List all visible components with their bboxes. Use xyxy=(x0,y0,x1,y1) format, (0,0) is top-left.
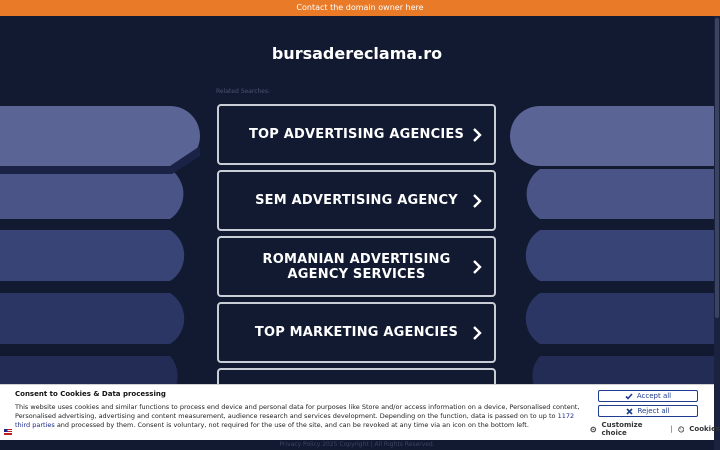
footer-text: Privacy Policy 2025 Copyright | All Righ… xyxy=(279,441,435,448)
search-link-label: TOP ADVERTISING AGENCIES xyxy=(248,127,465,142)
reject-all-label: Reject all xyxy=(637,407,670,415)
consent-text-after: and processed by them. Consent is volunt… xyxy=(54,421,529,429)
chevron-right-icon xyxy=(473,193,482,208)
consent-text: This website uses cookies and similar fu… xyxy=(15,403,585,430)
search-link-label: ROMANIAN ADVERTISING AGENCY SERVICES xyxy=(262,251,451,282)
gear-icon xyxy=(590,426,597,432)
chevron-right-icon xyxy=(473,325,482,340)
search-link-top-advertising-agencies[interactable]: TOP ADVERTISING AGENCIES xyxy=(217,104,496,165)
consent-title: Consent to Cookies & Data processing xyxy=(15,390,166,398)
check-icon xyxy=(625,392,633,400)
accept-all-label: Accept all xyxy=(636,392,672,400)
cookie-icon xyxy=(677,425,685,433)
search-link-romanian-advertising-agency-services[interactable]: ROMANIAN ADVERTISING AGENCY SERVICES xyxy=(217,236,496,297)
search-link-sem-advertising-agency[interactable]: SEM ADVERTISING AGENCY xyxy=(217,170,496,231)
customize-choice-link[interactable]: Customize choice xyxy=(602,421,666,437)
consent-secondary-links: Customize choice | Cookies xyxy=(590,421,720,437)
scrollbar-thumb[interactable] xyxy=(715,18,719,318)
chevron-right-icon xyxy=(473,259,482,274)
link-separator: | xyxy=(670,425,673,433)
search-link-label: SEM ADVERTISING AGENCY xyxy=(255,193,458,208)
domain-title: bursadereclama.ro xyxy=(271,44,443,63)
consent-text-before: This website uses cookies and similar fu… xyxy=(15,403,580,420)
search-link-label: TOP MARKETING AGENCIES xyxy=(254,325,459,340)
x-icon xyxy=(626,407,634,415)
contact-owner-link[interactable]: Contact the domain owner here xyxy=(0,0,720,16)
cookies-link[interactable]: Cookies xyxy=(689,425,720,433)
reject-all-button[interactable]: Reject all xyxy=(598,405,698,417)
flag-icon[interactable] xyxy=(4,429,12,435)
chevron-right-icon xyxy=(473,127,482,142)
accept-all-button[interactable]: Accept all xyxy=(598,390,698,402)
related-searches-label: Related Searches: xyxy=(216,88,271,95)
scrollbar[interactable] xyxy=(714,16,720,450)
search-link-top-marketing-agencies[interactable]: TOP MARKETING AGENCIES xyxy=(217,302,496,363)
